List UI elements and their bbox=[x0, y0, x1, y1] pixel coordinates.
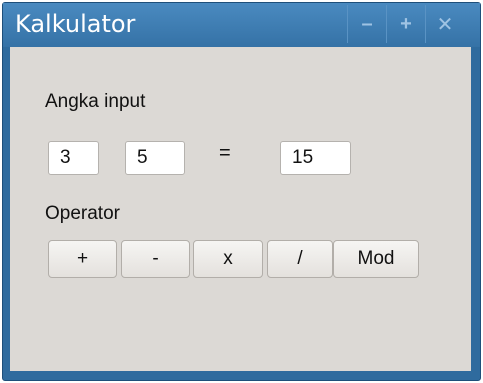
add-button[interactable]: + bbox=[48, 240, 117, 278]
calculator-window: Kalkulator – + ✕ Angka input 3 5 = 15 Op… bbox=[2, 2, 481, 381]
operator-label: Operator bbox=[45, 203, 120, 224]
equals-sign: = bbox=[219, 142, 231, 164]
operand1-field[interactable]: 3 bbox=[48, 141, 99, 175]
operand2-field[interactable]: 5 bbox=[125, 141, 185, 175]
title-bar[interactable]: Kalkulator – + ✕ bbox=[3, 3, 480, 47]
divide-button[interactable]: / bbox=[267, 240, 333, 278]
window-title: Kalkulator bbox=[15, 10, 136, 38]
subtract-button[interactable]: - bbox=[121, 240, 190, 278]
minimize-icon[interactable]: – bbox=[347, 5, 386, 43]
client-area: Angka input 3 5 = 15 Operator + - x / Mo… bbox=[10, 47, 471, 371]
result-field[interactable]: 15 bbox=[280, 141, 351, 175]
mod-button[interactable]: Mod bbox=[333, 240, 419, 278]
maximize-icon[interactable]: + bbox=[386, 5, 425, 43]
input-label: Angka input bbox=[45, 91, 146, 112]
close-icon[interactable]: ✕ bbox=[425, 5, 464, 43]
multiply-button[interactable]: x bbox=[193, 240, 263, 278]
